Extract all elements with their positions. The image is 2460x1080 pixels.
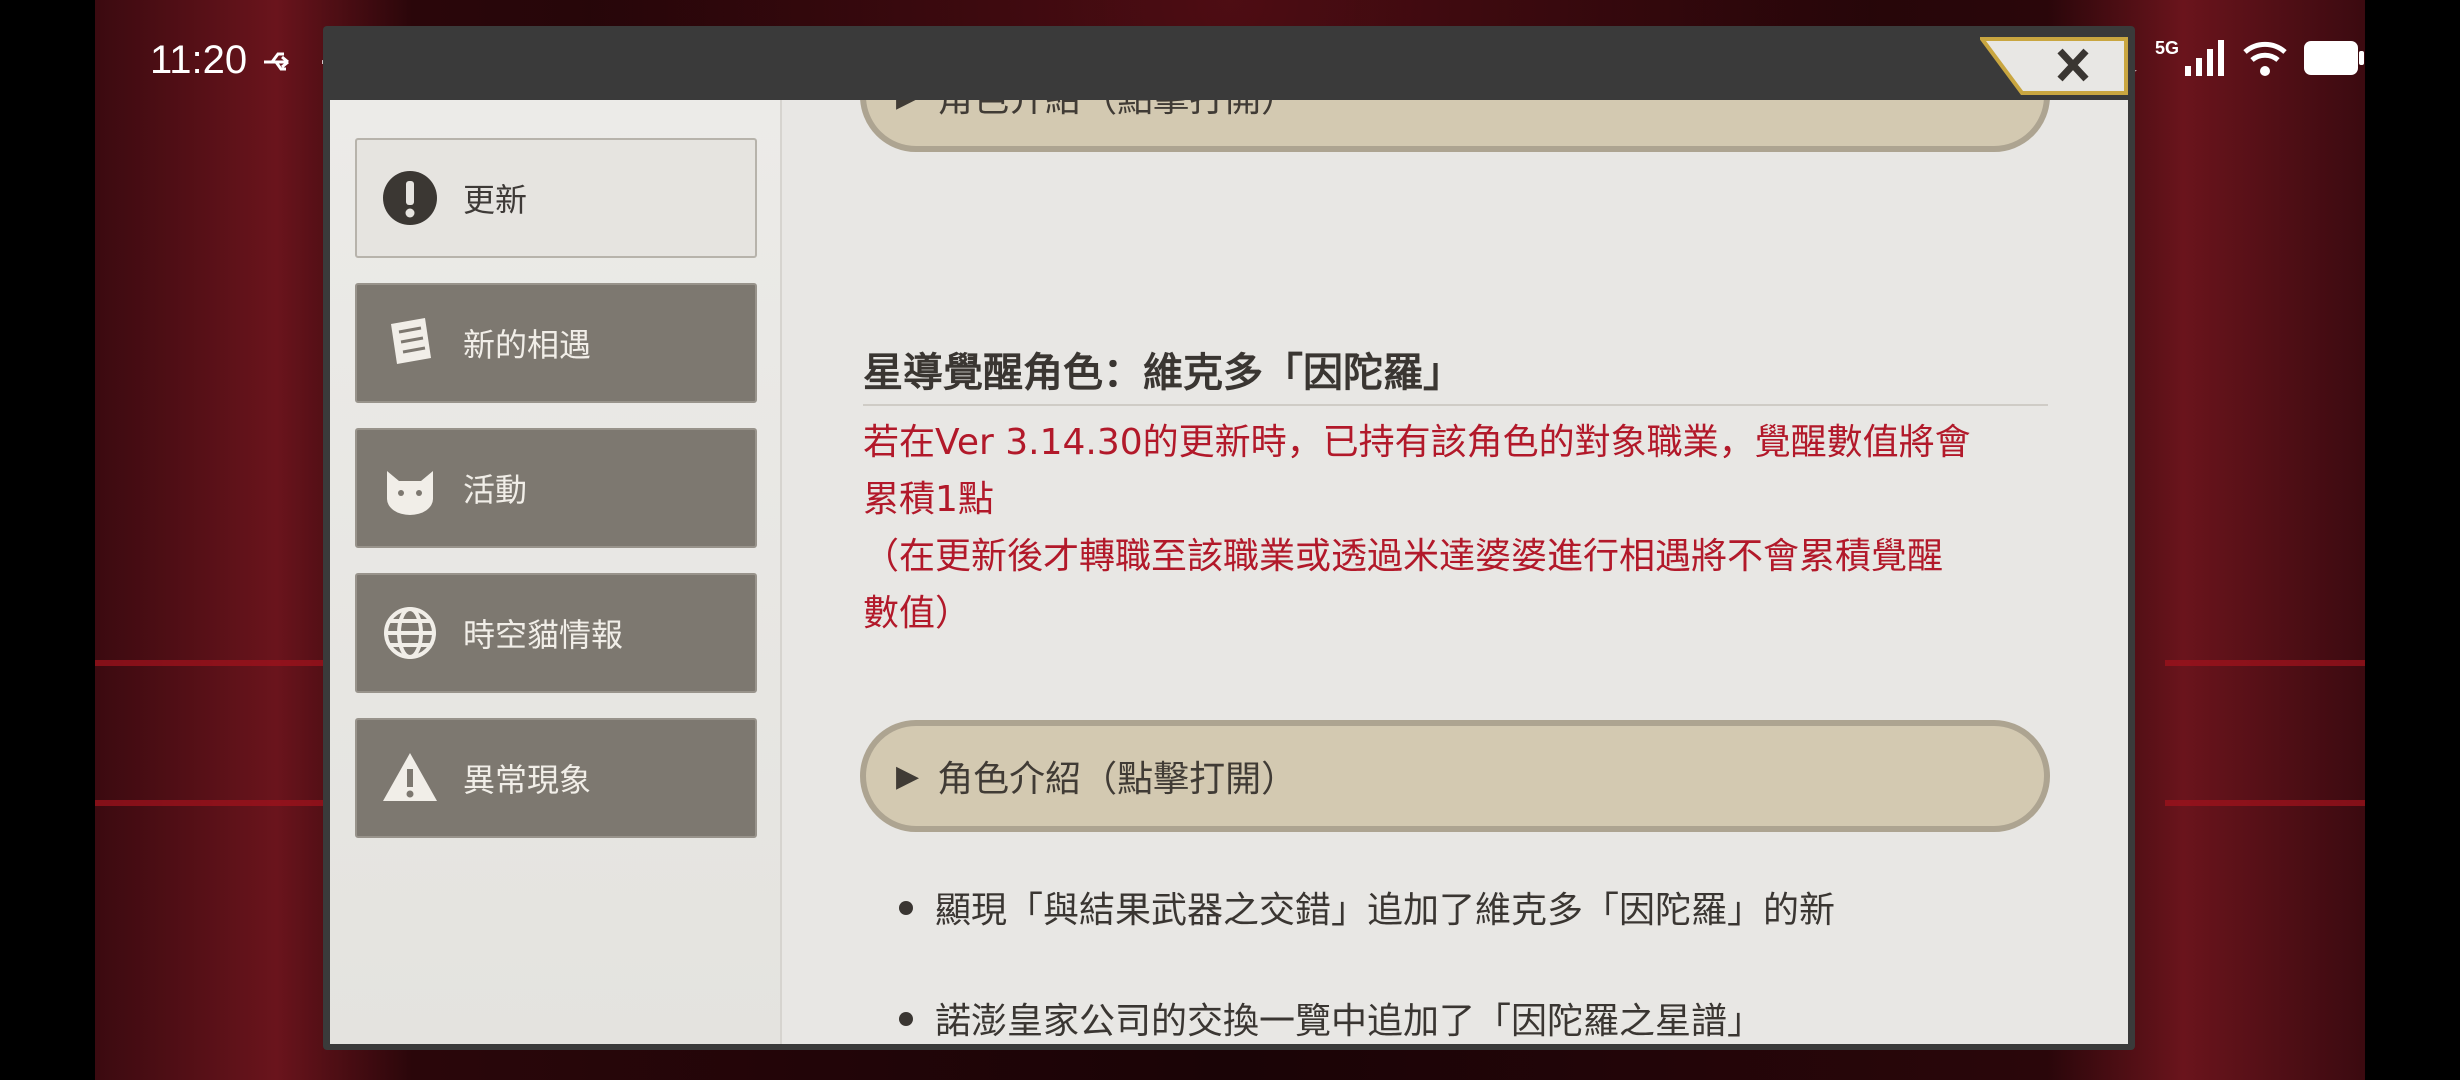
scroll-icon [379, 312, 441, 374]
list-item: 諾澎皇家公司的交換一覽中追加了「因陀羅之星譜」 [898, 992, 1763, 1044]
character-intro-toggle-top[interactable]: ▶ 角色介紹（點擊打開） [860, 100, 2050, 152]
collapse-label: 角色介紹（點擊打開） [937, 759, 1298, 800]
sidebar-item-label: 異常現象 [463, 761, 592, 799]
play-triangle-icon: ▶ [896, 758, 920, 794]
collapse-label: 角色介紹（點擊打開） [937, 100, 1297, 122]
category-sidebar: 更新 新的相遇 活動 時空貓情報 異常現象 [330, 100, 782, 1044]
sidebar-item-new-encounter[interactable]: 新的相遇 [355, 283, 757, 403]
dialog-header-bar [330, 26, 2128, 100]
section-heading: 星導覺醒角色：維克多「因陀羅」 [863, 340, 2048, 406]
play-triangle-icon: ▶ [896, 100, 919, 114]
close-icon [1978, 37, 2128, 95]
wifi-icon [2243, 41, 2287, 76]
network-type-label: 5G [2154, 37, 2179, 58]
status-right-icons: 5G [2101, 30, 2365, 86]
status-time: 11:20 [150, 38, 248, 82]
sidebar-item-events[interactable]: 活動 [355, 428, 757, 548]
sidebar-item-label: 時空貓情報 [463, 616, 624, 654]
sidebar-item-time-cat-news[interactable]: 時空貓情報 [355, 573, 757, 693]
5g-signal-icon [2185, 40, 2224, 76]
notice-line-2: 累積1點 [863, 479, 994, 520]
notice-line-3: （在更新後才轉職至該職業或透過米達婆婆進行相遇將不會累積覺醒 [863, 536, 1944, 577]
battery-icon [2304, 41, 2364, 75]
cat-icon [379, 457, 441, 519]
sidebar-item-label: 更新 [463, 181, 528, 219]
sidebar-item-update[interactable]: 更新 [355, 138, 757, 258]
list-item: 顯現「與結果武器之交錯」追加了維克多「因陀羅」的新 [898, 881, 1835, 933]
warning-icon [379, 747, 441, 809]
announcement-content: ▶ 角色介紹（點擊打開） 星導覺醒角色：維克多「因陀羅」 若在Ver 3.14.… [780, 100, 2128, 1044]
sidebar-item-anomaly[interactable]: 異常現象 [355, 718, 757, 838]
usb-icon [264, 52, 289, 71]
sidebar-item-label: 新的相遇 [463, 326, 592, 364]
globe-icon [379, 602, 441, 664]
announcement-panel: 更新 新的相遇 活動 時空貓情報 異常現象 星導覺醒角色：維克多「因陀羅」 若在… [330, 100, 2128, 1044]
sidebar-item-label: 活動 [463, 471, 528, 509]
notice-line-4: 數值） [863, 593, 972, 634]
exclamation-icon [379, 167, 441, 229]
notice-line-1: 若在Ver 3.14.30的更新時，已持有該角色的對象職業，覺醒數值將會 [863, 422, 1971, 463]
character-intro-toggle[interactable]: ▶ 角色介紹（點擊打開） [860, 720, 2050, 832]
close-button[interactable] [1978, 35, 2130, 97]
